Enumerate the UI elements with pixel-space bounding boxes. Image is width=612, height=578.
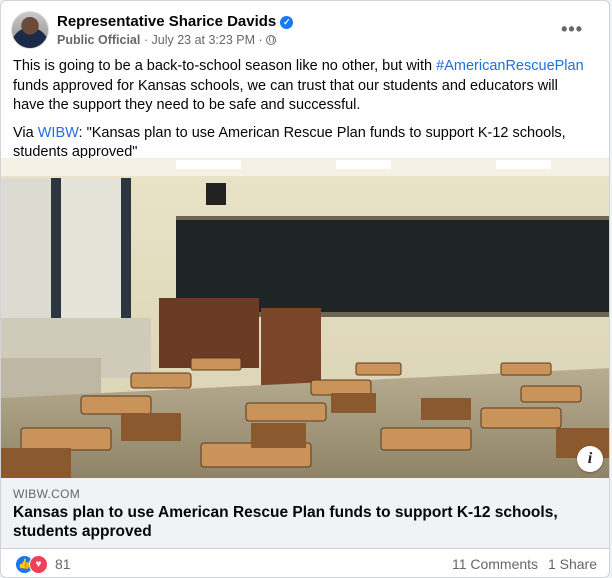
author-name[interactable]: Representative Sharice Davids xyxy=(57,13,276,30)
author-avatar[interactable] xyxy=(11,11,49,49)
engagement-stats: 11 Comments 1 Share xyxy=(452,556,597,572)
more-options-icon[interactable]: ••• xyxy=(561,19,583,40)
post-card: Representative Sharice Davids ✓ Public Of… xyxy=(0,0,610,578)
meta-separator: · xyxy=(143,33,149,47)
meta-separator-2: · xyxy=(258,33,263,47)
author-role: Public Official xyxy=(57,33,141,47)
post-message: This is going to be a back-to-school sea… xyxy=(13,57,593,116)
message-text-end: funds approved for Kansas schools, we ca… xyxy=(13,77,558,114)
post-timestamp[interactable]: July 23 at 3:23 PM xyxy=(152,33,256,47)
post-header: Representative Sharice Davids ✓ Public Of… xyxy=(11,11,599,51)
verified-badge-icon: ✓ xyxy=(280,16,294,29)
post-meta: Public Official · July 23 at 3:23 PM · xyxy=(57,33,277,47)
classroom-photo xyxy=(1,158,609,478)
link-preview[interactable]: WIBW.COM Kansas plan to use American Res… xyxy=(1,478,609,549)
post-body: This is going to be a back-to-school sea… xyxy=(13,57,593,171)
preview-domain: WIBW.COM xyxy=(13,487,81,501)
author-name-line: Representative Sharice Davids ✓ xyxy=(57,13,294,30)
globe-icon xyxy=(266,35,277,45)
via-prefix: Via xyxy=(13,124,38,141)
preview-title[interactable]: Kansas plan to use American Rescue Plan … xyxy=(13,503,593,541)
link-preview-image[interactable]: i xyxy=(1,158,609,478)
shares-count[interactable]: 1 Share xyxy=(548,556,597,572)
via-quote: : "Kansas plan to use American Rescue Pl… xyxy=(13,124,566,161)
comments-count[interactable]: 11 Comments xyxy=(452,556,538,572)
post-via: Via WIBW: "Kansas plan to use American R… xyxy=(13,124,593,163)
hashtag-link[interactable]: #AmericanRescuePlan xyxy=(436,58,584,74)
love-reaction-icon: ♥ xyxy=(29,555,48,574)
reaction-count[interactable]: 81 xyxy=(55,556,71,572)
via-link[interactable]: WIBW xyxy=(38,125,79,141)
info-icon[interactable]: i xyxy=(577,446,603,472)
engagement-bar: 👍 ♥ 81 11 Comments 1 Share xyxy=(1,551,609,577)
message-text-start: This is going to be a back-to-school sea… xyxy=(13,58,437,74)
